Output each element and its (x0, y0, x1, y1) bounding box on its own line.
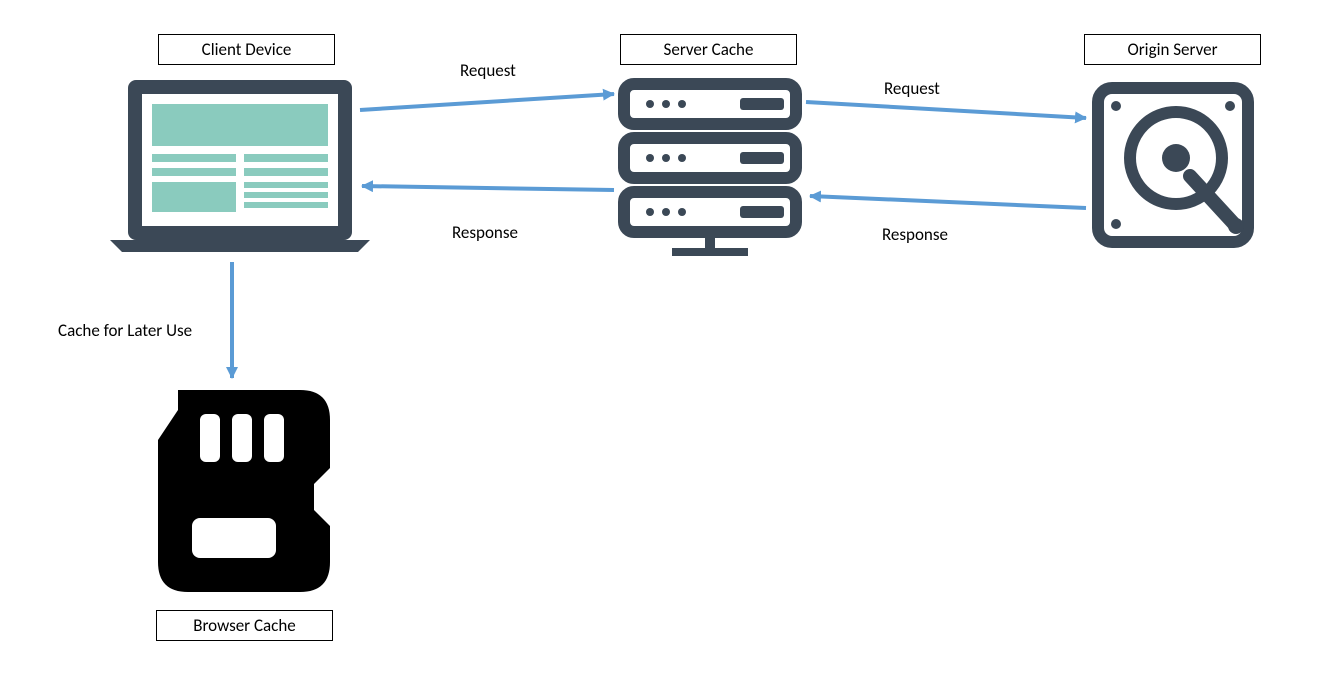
label-origin-server: Origin Server (1084, 34, 1261, 65)
server-stack-icon (624, 84, 796, 252)
arrow-server-to-client (362, 186, 614, 190)
sd-card-icon (158, 390, 330, 592)
label-browser-cache: Browser Cache (156, 610, 333, 641)
laptop-icon (110, 80, 370, 252)
label-cache-later: Cache for Later Use (58, 320, 192, 341)
arrow-client-to-server (360, 94, 614, 110)
label-request-1: Request (460, 60, 516, 81)
label-response-1: Response (452, 222, 518, 243)
label-request-2: Request (884, 78, 940, 99)
arrow-server-to-origin (806, 102, 1086, 118)
label-client-device: Client Device (158, 34, 335, 65)
hard-disk-icon (1098, 88, 1248, 242)
label-server-cache: Server Cache (620, 34, 797, 65)
label-response-2: Response (882, 224, 948, 245)
arrow-origin-to-server (810, 196, 1086, 208)
